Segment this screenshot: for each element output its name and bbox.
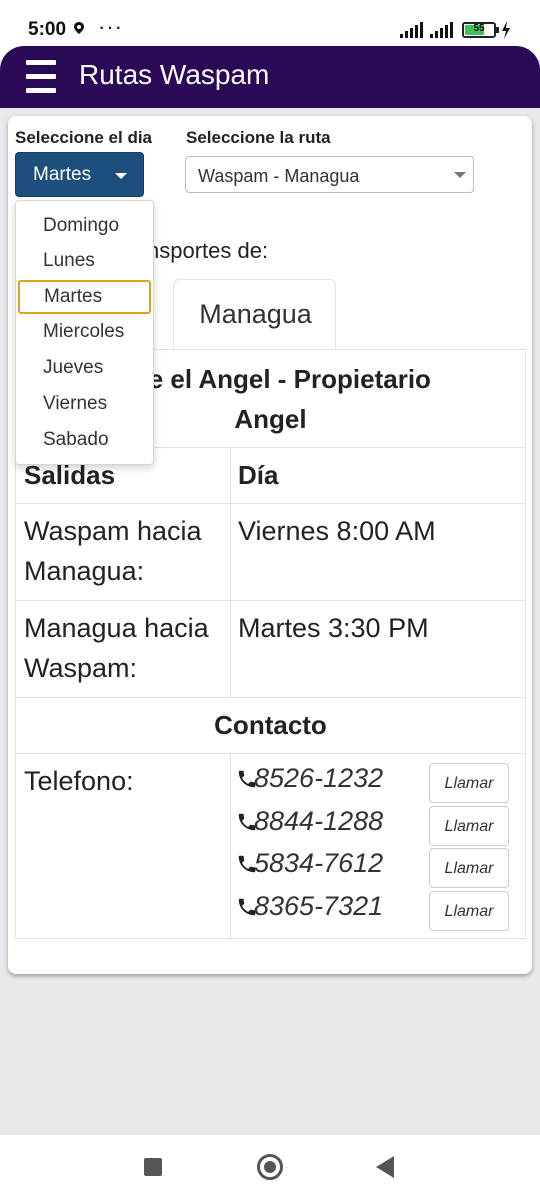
phone-number[interactable]: 8365-7321 (254, 891, 383, 922)
call-button[interactable]: Llamar (429, 848, 509, 888)
time-cell: Viernes 8:00 AM (238, 516, 436, 546)
back-icon[interactable] (376, 1156, 394, 1178)
recent-apps-icon[interactable] (144, 1158, 162, 1176)
day-option-label: Sabado (43, 429, 109, 450)
battery-tip (496, 27, 499, 33)
charging-icon (502, 21, 510, 39)
battery-icon: 55 (462, 22, 496, 38)
tab-managua[interactable]: Managua (173, 279, 336, 350)
phone-number[interactable]: 8844-1288 (254, 806, 383, 837)
route-cell-line2: Waspam: (24, 653, 138, 683)
day-option-jueves[interactable]: Jueves (16, 351, 153, 385)
call-button[interactable]: Llamar (429, 806, 509, 846)
route-cell-line1: Waspam hacia (24, 516, 202, 546)
day-option-viernes[interactable]: Viernes (16, 387, 153, 421)
day-option-label: Martes (44, 286, 103, 307)
signal-icon (430, 22, 453, 38)
call-button-label: Llamar (444, 860, 494, 877)
status-dots: ··· (98, 14, 123, 39)
signal-icon (400, 22, 423, 38)
day-label: Seleccione el dia (15, 128, 153, 147)
phone-label: Telefono: (24, 766, 134, 796)
section-heading: nsportes de: (147, 238, 269, 263)
day-option-label: Lunes (43, 250, 95, 271)
call-button-label: Llamar (444, 818, 494, 835)
home-icon[interactable] (257, 1154, 283, 1180)
call-button-label: Llamar (444, 775, 494, 792)
battery-level: 55 (473, 23, 485, 34)
route-select[interactable]: Waspam - Managua (185, 156, 474, 193)
day-option-label: Domingo (43, 215, 120, 236)
day-option-sabado[interactable]: Sabado (16, 423, 153, 457)
day-select-value: Martes (33, 164, 92, 185)
day-option-label: Miercoles (43, 321, 125, 342)
route-cell-line1: Managua hacia (24, 613, 209, 643)
route-cell-line2: Managua: (24, 556, 145, 586)
call-button[interactable]: Llamar (429, 891, 509, 931)
schedule-header-dia: Día (238, 460, 279, 490)
call-button[interactable]: Llamar (429, 763, 509, 803)
call-button-label: Llamar (444, 903, 494, 920)
day-dropdown-menu: Domingo Lunes Martes Miercoles Jueves Vi… (15, 200, 154, 465)
day-option-miercoles[interactable]: Miercoles (16, 315, 153, 349)
tab-label: Managua (199, 299, 312, 329)
day-option-label: Jueves (43, 357, 104, 378)
day-option-label: Viernes (43, 393, 108, 414)
day-option-martes[interactable]: Martes (18, 280, 151, 314)
route-select-value: Waspam - Managua (198, 166, 360, 186)
status-time: 5:00 (28, 19, 67, 40)
app-title: Rutas Waspam (79, 59, 270, 90)
caret-down-icon (115, 173, 127, 179)
caret-down-icon (454, 172, 466, 178)
phone-number[interactable]: 5834-7612 (254, 848, 383, 879)
route-label: Seleccione la ruta (186, 128, 331, 147)
day-select-button[interactable]: Martes (15, 152, 144, 197)
column-divider (230, 447, 231, 697)
phone-number[interactable]: 8526-1232 (254, 763, 383, 794)
location-pin-icon (74, 22, 84, 34)
system-nav-bar (0, 1135, 540, 1200)
day-option-lunes[interactable]: Lunes (16, 244, 153, 278)
app-bar: Rutas Waspam (0, 46, 540, 108)
time-cell: Martes 3:30 PM (238, 613, 429, 643)
contact-header: Contacto (214, 710, 327, 740)
day-option-domingo[interactable]: Domingo (16, 209, 153, 243)
menu-icon[interactable] (26, 60, 56, 94)
column-divider (230, 753, 231, 938)
